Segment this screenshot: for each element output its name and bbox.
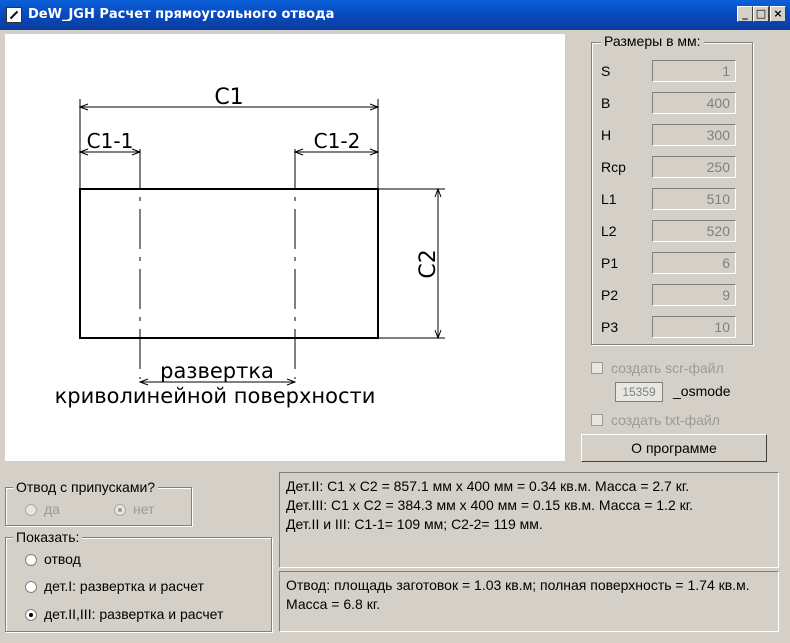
field-p3[interactable]: 10 xyxy=(652,316,736,338)
txt-file-checkbox[interactable] xyxy=(591,414,603,426)
summary-text: Отвод: площадь заготовок = 1.03 кв.м; по… xyxy=(286,577,750,612)
field-p2[interactable]: 9 xyxy=(652,284,736,306)
field-rcp[interactable]: 250 xyxy=(652,156,736,178)
results-panel: Дет.II: С1 x С2 = 857.1 мм x 400 мм = 0.… xyxy=(279,472,779,568)
show-part1-label: дет.I: развертка и расчет xyxy=(44,578,204,594)
allowance-title: Отвод с припусками? xyxy=(13,479,159,495)
osmode-field[interactable]: 15359 xyxy=(615,382,663,402)
development-label: развертка xyxy=(160,359,274,383)
allowance-yes-label: да xyxy=(44,501,60,517)
c1-label: C1 xyxy=(214,85,243,110)
scr-file-label: создать scr-файл xyxy=(611,360,724,376)
app-icon xyxy=(6,7,22,23)
show-part23-radio[interactable] xyxy=(25,609,37,621)
result-line-3: Дет.II и III: С1-1= 109 мм; С2-2= 119 мм… xyxy=(286,516,543,532)
scr-file-checkbox[interactable] xyxy=(591,362,603,374)
c2-label: C2 xyxy=(416,249,441,278)
show-bend-label: отвод xyxy=(44,551,81,567)
field-s[interactable]: 1 xyxy=(652,60,736,82)
c1-2-label: C1-2 xyxy=(314,129,361,153)
minimize-button[interactable]: _ xyxy=(737,6,753,22)
show-part23-label: дет.II,III: развертка и расчет xyxy=(44,606,224,622)
dimensions-title: Размеры в мм: xyxy=(601,33,704,49)
label-s: S xyxy=(601,63,611,79)
label-p1: P1 xyxy=(601,255,619,271)
show-part1-radio[interactable] xyxy=(25,581,37,593)
field-p1[interactable]: 6 xyxy=(652,252,736,274)
show-bend-radio[interactable] xyxy=(25,554,37,566)
allowance-no-label: нет xyxy=(133,501,155,517)
txt-file-label: создать txt-файл xyxy=(611,412,720,428)
label-l2: L2 xyxy=(601,223,617,239)
about-button[interactable]: О программе xyxy=(581,434,767,462)
osmode-label: _osmode xyxy=(673,383,731,399)
label-b: B xyxy=(601,95,611,111)
window-title: DeW_JGH Расчет прямоугольного отвода xyxy=(28,7,335,22)
field-b[interactable]: 400 xyxy=(652,92,736,114)
drawing-svg: C1 C1-1 C1-2 C2 развертка криволинейной … xyxy=(55,85,445,408)
curved-surface-label: криволинейной поверхности xyxy=(55,384,376,408)
maximize-button[interactable]: □ xyxy=(753,6,769,22)
label-p2: P2 xyxy=(601,287,619,303)
c1-1-label: C1-1 xyxy=(87,129,134,153)
blank-rectangle xyxy=(79,188,379,339)
allowance-no-radio[interactable] xyxy=(114,504,126,516)
result-line-2: Дет.III: С1 x С2 = 384.3 мм x 400 мм = 0… xyxy=(286,497,694,513)
field-l2[interactable]: 520 xyxy=(652,220,736,242)
label-p3: P3 xyxy=(601,319,619,335)
show-title: Показать: xyxy=(13,529,83,545)
label-rcp: Rср xyxy=(601,159,626,175)
label-h: H xyxy=(601,127,612,143)
drawing-canvas: C1 C1-1 C1-2 C2 развертка криволинейной … xyxy=(5,34,565,461)
allowance-yes-radio[interactable] xyxy=(25,504,37,516)
field-h[interactable]: 300 xyxy=(652,124,736,146)
label-l1: L1 xyxy=(601,191,617,207)
close-button[interactable]: × xyxy=(770,6,786,22)
field-l1[interactable]: 510 xyxy=(652,188,736,210)
result-line-1: Дет.II: С1 x С2 = 857.1 мм x 400 мм = 0.… xyxy=(286,478,690,494)
title-bar: DeW_JGH Расчет прямоугольного отвода _ □… xyxy=(0,0,790,30)
summary-panel: Отвод: площадь заготовок = 1.03 кв.м; по… xyxy=(279,571,779,632)
